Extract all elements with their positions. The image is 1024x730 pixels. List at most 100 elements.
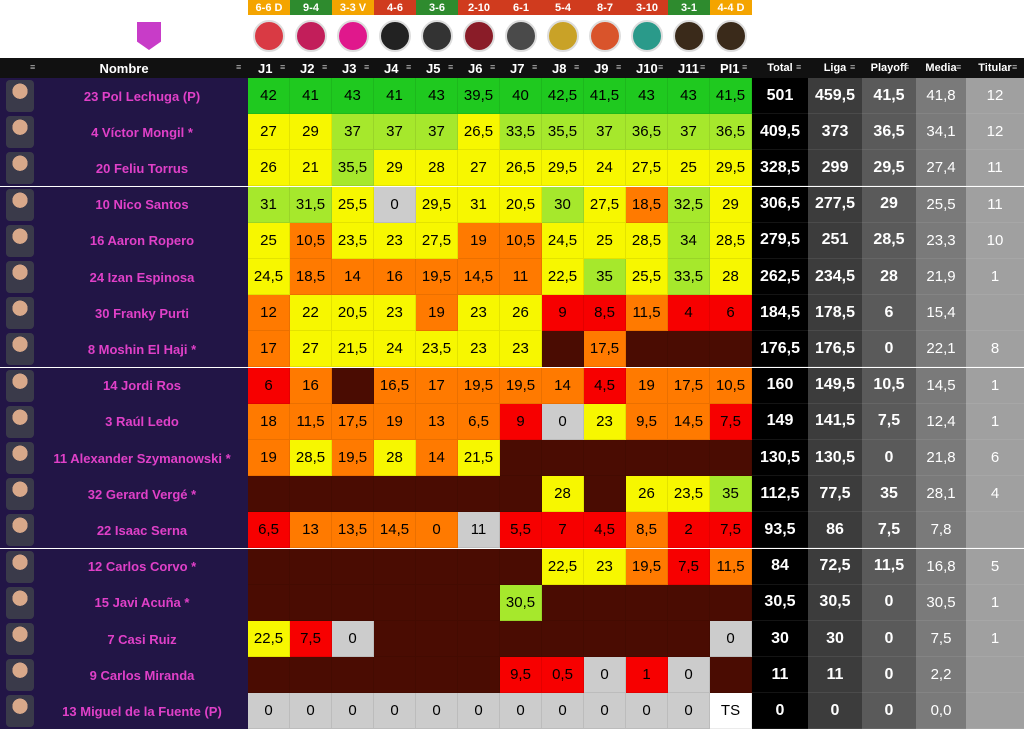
score-cell: 36,5 xyxy=(710,114,752,151)
score-cell: 41 xyxy=(374,78,416,114)
filter-icon[interactable]: ≡ xyxy=(532,63,537,72)
filter-icon[interactable]: ≡ xyxy=(700,63,705,72)
player-name[interactable]: 13 Miguel de la Fuente (P) xyxy=(36,693,248,729)
score-cell xyxy=(332,584,374,621)
filter-icon[interactable]: ≡ xyxy=(796,63,801,72)
player-name[interactable]: 3 Raúl Ledo xyxy=(36,404,248,440)
filter-icon[interactable]: ≡ xyxy=(658,63,663,72)
player-name[interactable]: 14 Jordi Ros xyxy=(36,368,248,404)
player-name[interactable]: 15 Javi Acuña * xyxy=(36,585,248,621)
filter-icon[interactable]: ≡ xyxy=(956,63,961,72)
media-cell: 28,1 xyxy=(916,476,966,513)
filter-icon[interactable]: ≡ xyxy=(236,63,241,72)
score-cell: 14,5 xyxy=(458,259,500,295)
player-name[interactable]: 4 Víctor Mongil * xyxy=(36,114,248,150)
score-cell: 29,5 xyxy=(710,150,752,187)
playoff-cell: 7,5 xyxy=(862,403,916,440)
score-cell: 0 xyxy=(332,693,374,730)
playoff-cell: 0 xyxy=(862,621,916,657)
titular-cell: 8 xyxy=(966,331,1024,368)
score-cell: 10,5 xyxy=(500,222,542,259)
player-name[interactable]: 16 Aaron Ropero xyxy=(36,223,248,259)
filter-icon[interactable]: ≡ xyxy=(904,63,909,72)
score-cell: 20,5 xyxy=(500,186,542,223)
score-cell: 18,5 xyxy=(290,259,332,295)
player-name[interactable]: 8 Moshin El Haji * xyxy=(36,331,248,367)
score-cell: 16,5 xyxy=(374,367,416,404)
player-name[interactable]: 30 Franky Purti xyxy=(36,295,248,331)
score-cell xyxy=(500,621,542,657)
score-cell: 18 xyxy=(248,403,290,440)
score-cell xyxy=(542,584,584,621)
score-cell: 1 xyxy=(626,657,668,694)
player-name[interactable]: 32 Gerard Vergé * xyxy=(36,476,248,512)
score-cell xyxy=(416,584,458,621)
score-cell: 14,5 xyxy=(668,403,710,440)
column-header-nombre[interactable]: Nombre xyxy=(0,58,248,78)
filter-icon[interactable]: ≡ xyxy=(448,63,453,72)
player-name[interactable]: 11 Alexander Szymanowski * xyxy=(36,440,248,476)
player-avatar xyxy=(6,80,34,112)
score-cell: 24,5 xyxy=(248,259,290,295)
filter-icon[interactable]: ≡ xyxy=(30,63,35,72)
filter-icon[interactable]: ≡ xyxy=(322,63,327,72)
score-cell xyxy=(290,548,332,585)
score-cell: 6,5 xyxy=(458,403,500,440)
score-cell: 39,5 xyxy=(458,78,500,114)
player-name[interactable]: 20 Feliu Torrus xyxy=(36,150,248,186)
filter-icon[interactable]: ≡ xyxy=(364,63,369,72)
score-cell xyxy=(500,440,542,476)
score-cell: 7,5 xyxy=(710,403,752,440)
score-cell: 13,5 xyxy=(332,512,374,549)
player-avatar xyxy=(6,442,34,474)
score-cell xyxy=(458,657,500,694)
total-cell: 262,5 xyxy=(752,259,808,295)
result-label: 9-4 xyxy=(290,0,332,15)
filter-icon[interactable]: ≡ xyxy=(742,63,747,72)
score-cell: 11,5 xyxy=(626,295,668,332)
player-name[interactable]: 12 Carlos Corvo * xyxy=(36,549,248,585)
player-avatar xyxy=(6,623,34,655)
score-cell xyxy=(416,476,458,513)
player-name[interactable]: 24 Izan Espinosa xyxy=(36,259,248,295)
score-cell: 23,5 xyxy=(668,476,710,513)
media-cell: 7,8 xyxy=(916,512,966,549)
score-cell xyxy=(668,621,710,657)
score-cell: 4,5 xyxy=(584,367,626,404)
filter-icon[interactable]: ≡ xyxy=(574,63,579,72)
score-cell: 25,5 xyxy=(332,186,374,223)
total-cell: 11 xyxy=(752,657,808,694)
player-name[interactable]: 9 Carlos Miranda xyxy=(36,657,248,693)
player-name[interactable]: 10 Nico Santos xyxy=(36,187,248,223)
score-cell: 5,5 xyxy=(500,512,542,549)
player-avatar xyxy=(6,586,34,619)
filter-icon[interactable]: ≡ xyxy=(850,63,855,72)
result-label: 6-1 xyxy=(500,0,542,15)
score-cell: 23 xyxy=(458,331,500,368)
total-cell: 0 xyxy=(752,693,808,730)
player-name[interactable]: 7 Casi Ruiz xyxy=(36,621,248,657)
player-name[interactable]: 23 Pol Lechuga (P) xyxy=(36,78,248,114)
score-cell: 17 xyxy=(248,331,290,368)
score-cell: 9,5 xyxy=(626,403,668,440)
player-name[interactable]: 22 Isaac Serna xyxy=(36,512,248,548)
saiyans-crest-icon xyxy=(295,20,327,52)
media-cell: 22,1 xyxy=(916,331,966,368)
score-cell: 0 xyxy=(542,693,584,730)
result-label: 5-4 xyxy=(542,0,584,15)
score-cell: 17,5 xyxy=(668,367,710,404)
score-cell: 43 xyxy=(416,78,458,114)
score-cell: 31 xyxy=(248,186,290,223)
liga-cell: 178,5 xyxy=(808,295,862,332)
score-cell: 24,5 xyxy=(542,222,584,259)
filter-icon[interactable]: ≡ xyxy=(1012,63,1017,72)
score-cell: 35,5 xyxy=(332,150,374,187)
filter-icon[interactable]: ≡ xyxy=(490,63,495,72)
result-label: 4-4 D xyxy=(710,0,752,15)
filter-icon[interactable]: ≡ xyxy=(406,63,411,72)
filter-icon[interactable]: ≡ xyxy=(280,63,285,72)
filter-icon[interactable]: ≡ xyxy=(616,63,621,72)
titular-cell: 10 xyxy=(966,222,1024,259)
score-cell: 17,5 xyxy=(332,403,374,440)
score-cell: 0 xyxy=(332,621,374,657)
